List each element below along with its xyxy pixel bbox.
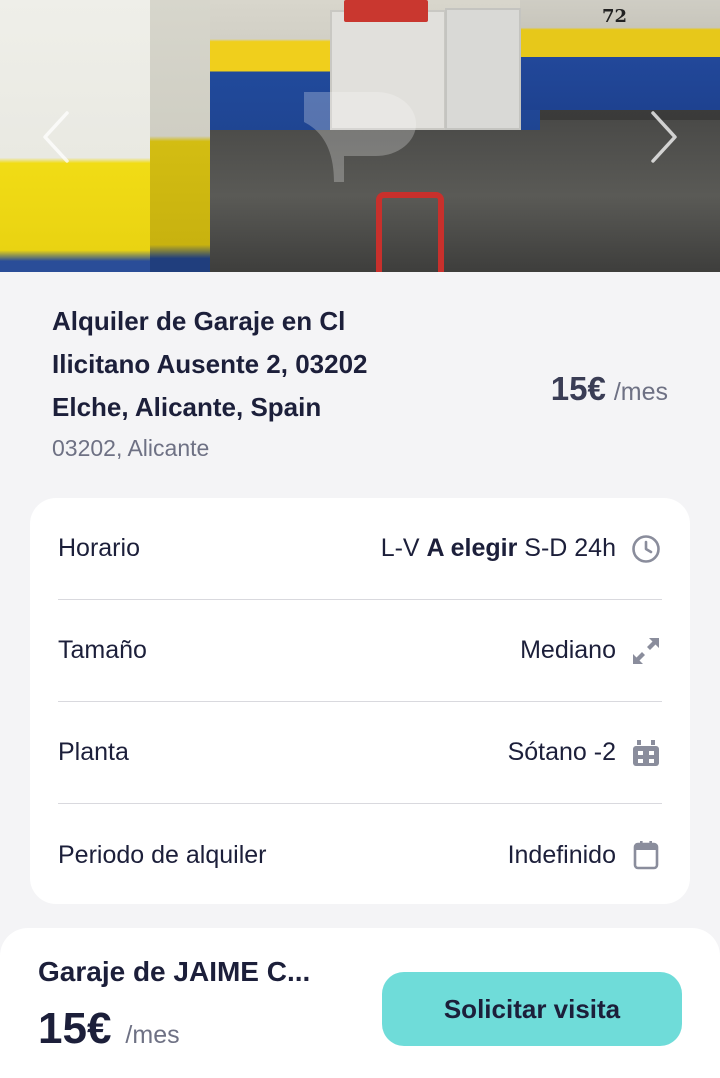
detail-row-floor: Planta Sótano -2: [58, 702, 662, 804]
parking-floor-icon: [630, 737, 662, 769]
booking-price-amount: 15€: [38, 1004, 112, 1053]
listing-title-line1: Alquiler de Garaje en Cl: [52, 306, 346, 336]
photo-door-secondary: [445, 8, 521, 130]
listing-location: 03202, Alicante: [52, 435, 210, 461]
rental-period-label: Periodo de alquiler: [58, 840, 267, 869]
photo-carousel[interactable]: 72: [0, 0, 720, 272]
details-card: Horario L-V A elegir S-D 24h Tamaño Medi…: [30, 498, 690, 904]
schedule-value-suffix: S-D 24h: [517, 534, 616, 562]
size-value-group: Mediano: [520, 635, 662, 667]
booking-price-unit: /mes: [125, 1021, 180, 1049]
detail-row-rental-period: Periodo de alquiler Indefinido: [58, 804, 662, 906]
booking-price: 15€ /mes: [38, 1004, 180, 1054]
listing-price-amount: 15€: [550, 370, 606, 407]
watermark-logo-icon: [304, 92, 416, 182]
rental-period-value-group: Indefinido: [508, 839, 662, 871]
listing-title: Alquiler de Garaje en Cl Ilicitano Ausen…: [52, 300, 412, 429]
schedule-value-bold: A elegir: [426, 534, 518, 562]
chevron-left-icon: [43, 111, 69, 163]
garage-owner-name: Garaje de JAIME C...: [38, 956, 311, 987]
detail-row-schedule: Horario L-V A elegir S-D 24h: [58, 498, 662, 600]
photo-spot-number: 72: [602, 6, 628, 27]
listing-price: 15€ /mes: [551, 370, 668, 408]
size-label: Tamaño: [58, 636, 147, 664]
floor-value: Sótano -2: [507, 738, 616, 766]
expand-icon: [630, 635, 662, 667]
next-photo-button[interactable]: [644, 108, 684, 166]
photo-sign: [344, 0, 428, 22]
floor-value-group: Sótano -2: [508, 737, 662, 769]
booking-bar: Garaje de JAIME C... 15€ /mes Solicitar …: [0, 928, 720, 1078]
photo-parking-post: [376, 192, 444, 272]
schedule-value: L-V A elegir S-D 24h: [381, 534, 616, 563]
schedule-value-prefix: L-V: [380, 534, 427, 562]
clock-icon: [630, 533, 662, 565]
previous-photo-button[interactable]: [36, 108, 76, 166]
schedule-value-group: L-V A elegir S-D 24h: [381, 533, 662, 565]
calendar-icon: [630, 839, 662, 871]
request-visit-button[interactable]: Solicitar visita: [382, 972, 682, 1046]
size-value: Mediano: [520, 636, 616, 664]
detail-row-size: Tamaño Mediano: [58, 600, 662, 702]
floor-label: Planta: [58, 738, 129, 766]
listing-title-line3: Elche, Alicante, Spain: [52, 392, 322, 422]
listing-title-line2: Ilicitano Ausente 2, 03202: [52, 349, 368, 379]
schedule-label: Horario: [58, 534, 140, 562]
listing-header: Alquiler de Garaje en Cl Ilicitano Ausen…: [52, 300, 412, 462]
listing-price-unit: /mes: [613, 378, 668, 406]
chevron-right-icon: [651, 111, 677, 163]
rental-period-value: Indefinido: [507, 840, 616, 869]
